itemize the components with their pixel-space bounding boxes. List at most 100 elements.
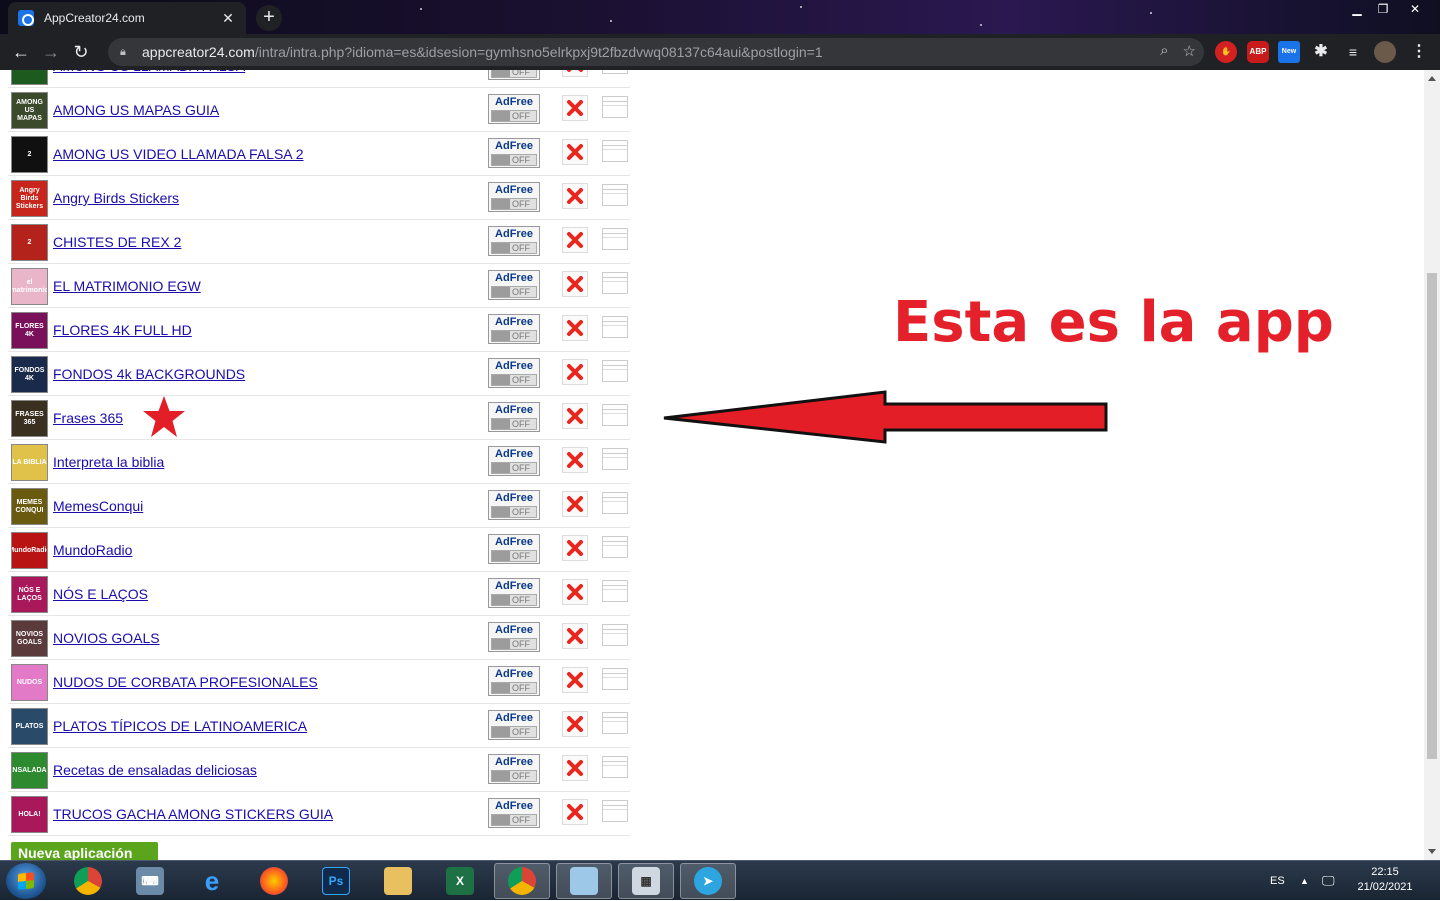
adfree-switch[interactable]: OFF bbox=[491, 70, 537, 78]
app-link[interactable]: MundoRadio bbox=[53, 542, 132, 558]
adfree-toggle[interactable]: AdFreeOFF bbox=[488, 578, 540, 608]
app-link[interactable]: PLATOS TÍPICOS DE LATINOAMERICA bbox=[53, 718, 307, 734]
adfree-switch[interactable]: OFF bbox=[491, 286, 537, 298]
network-icon[interactable]: 🖵︎ bbox=[1322, 861, 1335, 901]
app-icon[interactable]: AMONG US MAPAS bbox=[11, 92, 48, 129]
app-icon[interactable]: PLATOS bbox=[11, 708, 48, 745]
adfree-switch[interactable]: OFF bbox=[491, 242, 537, 254]
menu-kebab-icon[interactable]: ⋮ bbox=[1408, 41, 1430, 63]
delete-app-button[interactable] bbox=[562, 359, 588, 385]
adfree-toggle[interactable]: AdFreeOFF bbox=[488, 94, 540, 124]
tray-expand-icon[interactable]: ▲ bbox=[1300, 861, 1309, 901]
address-bar[interactable]: 🔒︎ appcreator24.com/intra/intra.php?idio… bbox=[108, 38, 1204, 66]
page-scrollbar[interactable] bbox=[1424, 70, 1440, 860]
window-close-icon[interactable]: ✕ bbox=[1400, 0, 1430, 18]
window-preview-icon[interactable] bbox=[602, 800, 628, 822]
adfree-switch[interactable]: OFF bbox=[491, 198, 537, 210]
restore-icon[interactable]: ❐ bbox=[1368, 0, 1398, 18]
delete-app-button[interactable] bbox=[562, 227, 588, 253]
app-icon[interactable]: Angry Birds Stickers bbox=[11, 180, 48, 217]
taskbar-chrome[interactable] bbox=[60, 863, 116, 899]
adfree-toggle[interactable]: AdFreeOFF bbox=[488, 70, 540, 80]
window-preview-icon[interactable] bbox=[602, 316, 628, 338]
zoom-icon[interactable]: ⌕ bbox=[1160, 42, 1168, 60]
app-icon[interactable]: FONDOS 4K bbox=[11, 356, 48, 393]
delete-app-button[interactable] bbox=[562, 535, 588, 561]
window-preview-icon[interactable] bbox=[602, 70, 628, 74]
taskbar-calculator[interactable]: ▦ bbox=[618, 863, 674, 899]
window-preview-icon[interactable] bbox=[602, 712, 628, 734]
adfree-toggle[interactable]: AdFreeOFF bbox=[488, 402, 540, 432]
adfree-switch[interactable]: OFF bbox=[491, 682, 537, 694]
app-link[interactable]: AMONG US VIDEO LLAMADA FALSA 2 bbox=[53, 146, 304, 162]
adfree-switch[interactable]: OFF bbox=[491, 814, 537, 826]
app-link[interactable]: Frases 365 bbox=[53, 410, 123, 426]
delete-app-button[interactable] bbox=[562, 70, 588, 77]
adfree-toggle[interactable]: AdFreeOFF bbox=[488, 490, 540, 520]
adfree-toggle[interactable]: AdFreeOFF bbox=[488, 358, 540, 388]
adfree-switch[interactable]: OFF bbox=[491, 330, 537, 342]
adfree-switch[interactable]: OFF bbox=[491, 638, 537, 650]
app-link[interactable]: FLORES 4K FULL HD bbox=[53, 322, 192, 338]
taskbar-notes[interactable] bbox=[556, 863, 612, 899]
app-icon[interactable]: ENSALADAS bbox=[11, 752, 48, 789]
bookmark-star-icon[interactable]: ☆ bbox=[1183, 42, 1196, 60]
window-preview-icon[interactable] bbox=[602, 404, 628, 426]
window-preview-icon[interactable] bbox=[602, 624, 628, 646]
app-icon[interactable]: FRASES 365 bbox=[11, 400, 48, 437]
adfree-switch[interactable]: OFF bbox=[491, 110, 537, 122]
scroll-up-icon[interactable] bbox=[1428, 76, 1436, 81]
adfree-toggle[interactable]: AdFreeOFF bbox=[488, 710, 540, 740]
media-queue-icon[interactable]: ≡ bbox=[1342, 41, 1364, 63]
delete-app-button[interactable] bbox=[562, 139, 588, 165]
app-icon[interactable]: MundoRadio bbox=[11, 532, 48, 569]
app-link[interactable]: CHISTES DE REX 2 bbox=[53, 234, 181, 250]
tab-close-icon[interactable]: ✕ bbox=[220, 10, 236, 26]
adfree-switch[interactable]: OFF bbox=[491, 154, 537, 166]
adfree-toggle[interactable]: AdFreeOFF bbox=[488, 446, 540, 476]
window-preview-icon[interactable] bbox=[602, 272, 628, 294]
app-link[interactable]: AMONG US MAPAS GUIA bbox=[53, 102, 219, 118]
adfree-toggle[interactable]: AdFreeOFF bbox=[488, 622, 540, 652]
profile-avatar[interactable] bbox=[1374, 41, 1396, 63]
puzzle-extensions-icon[interactable]: ✱ bbox=[1310, 41, 1332, 63]
app-icon[interactable]: 2 bbox=[11, 224, 48, 261]
app-link[interactable]: AMONG US LLAMADA FALSA bbox=[53, 70, 245, 74]
taskbar-telegram[interactable]: ➤ bbox=[680, 863, 736, 899]
delete-app-button[interactable] bbox=[562, 667, 588, 693]
adfree-switch[interactable]: OFF bbox=[491, 550, 537, 562]
app-icon[interactable]: 2 bbox=[11, 70, 48, 85]
reload-icon[interactable]: ↻ bbox=[66, 37, 96, 67]
app-icon[interactable]: NOVIOS GOALS bbox=[11, 620, 48, 657]
app-icon[interactable]: NÓS E LAÇOS bbox=[11, 576, 48, 613]
language-indicator[interactable]: ES bbox=[1270, 861, 1285, 901]
taskbar-chrome-active[interactable] bbox=[494, 863, 550, 899]
app-icon[interactable]: 2 bbox=[11, 136, 48, 173]
window-preview-icon[interactable] bbox=[602, 360, 628, 382]
new-tab-button[interactable]: + bbox=[256, 5, 282, 31]
adfree-toggle[interactable]: AdFreeOFF bbox=[488, 314, 540, 344]
taskbar-firefox[interactable] bbox=[246, 863, 302, 899]
taskbar-ie[interactable]: e bbox=[184, 863, 240, 899]
delete-app-button[interactable] bbox=[562, 403, 588, 429]
adfree-toggle[interactable]: AdFreeOFF bbox=[488, 798, 540, 828]
delete-app-button[interactable] bbox=[562, 755, 588, 781]
new-extension-icon[interactable]: New bbox=[1278, 41, 1300, 63]
adfree-toggle[interactable]: AdFreeOFF bbox=[488, 270, 540, 300]
delete-app-button[interactable] bbox=[562, 579, 588, 605]
app-link[interactable]: NOVIOS GOALS bbox=[53, 630, 160, 646]
window-preview-icon[interactable] bbox=[602, 448, 628, 470]
new-app-button[interactable]: Nueva aplicación bbox=[11, 842, 158, 860]
app-link[interactable]: NÓS E LAÇOS bbox=[53, 586, 148, 602]
taskbar-clock[interactable]: 22:15 21/02/2021 bbox=[1350, 865, 1420, 895]
app-link[interactable]: MemesConqui bbox=[53, 498, 143, 514]
adfree-switch[interactable]: OFF bbox=[491, 462, 537, 474]
app-icon[interactable]: NUDOS bbox=[11, 664, 48, 701]
adfree-switch[interactable]: OFF bbox=[491, 506, 537, 518]
app-icon[interactable]: LA BIBLIA bbox=[11, 444, 48, 481]
adfree-toggle[interactable]: AdFreeOFF bbox=[488, 534, 540, 564]
app-link[interactable]: Interpreta la biblia bbox=[53, 454, 164, 470]
window-preview-icon[interactable] bbox=[602, 492, 628, 514]
window-preview-icon[interactable] bbox=[602, 184, 628, 206]
delete-app-button[interactable] bbox=[562, 447, 588, 473]
